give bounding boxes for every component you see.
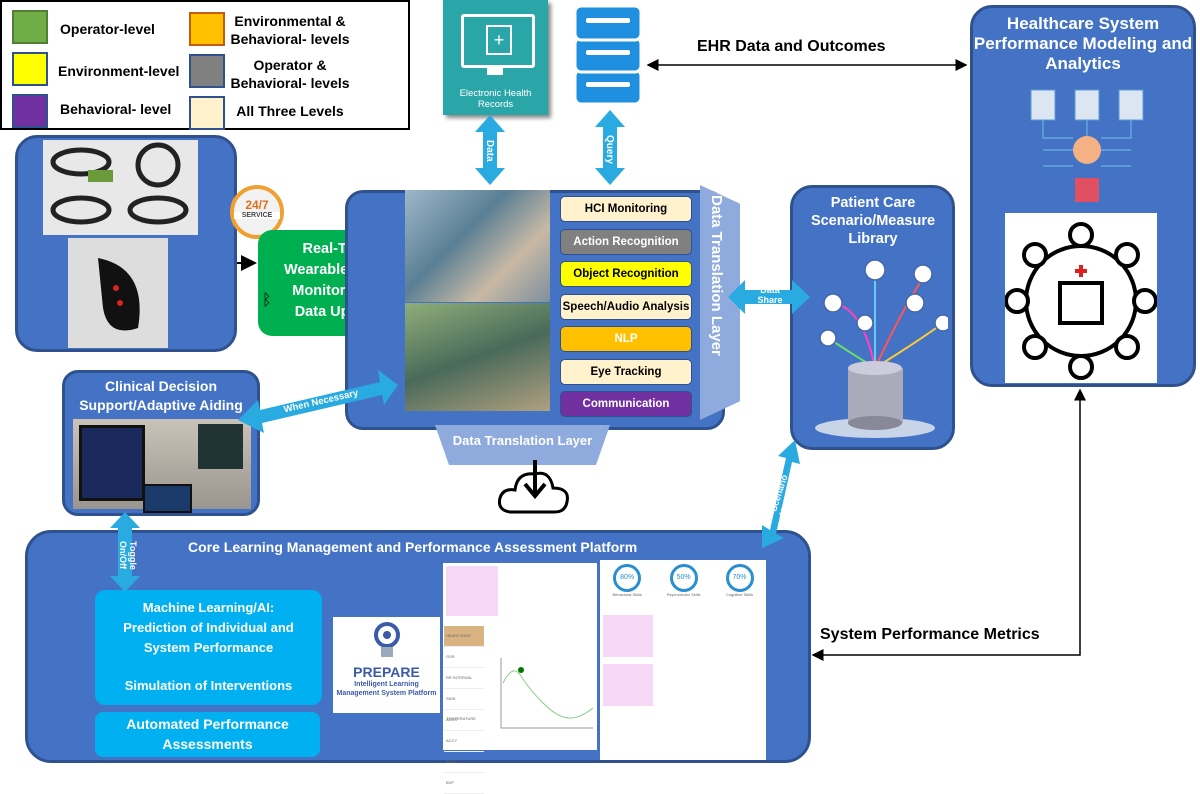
vital-tab[interactable]: GSR: [444, 647, 484, 668]
translation-layer-bottom-label: Data Translation Layer: [452, 433, 593, 448]
database-icon: [573, 4, 643, 106]
system-performance-metrics-label: System Performance Metrics: [820, 626, 1040, 643]
hospital-network-image: [1004, 213, 1158, 383]
module-speech-audio-analysis: Speech/Audio Analysis: [560, 293, 692, 320]
ml-simulation: Simulation of Interventions: [124, 678, 293, 693]
legend-swatch-environment: [12, 52, 48, 86]
patient-care-library: Patient Care Scenario/Measure Library: [790, 185, 955, 450]
clinical-title: Clinical Decision Support/Adaptive Aidin…: [79, 378, 243, 413]
vital-tab[interactable]: RR INTERVAL: [444, 668, 484, 689]
patient-care-title: Patient Care Scenario/Measure Library: [810, 195, 936, 247]
wearable-armband-image: [68, 238, 168, 348]
lightbulb-icon: [373, 622, 400, 657]
wearable-headset-image: [43, 140, 198, 235]
module-nlp: NLP: [560, 326, 692, 352]
prepare-name: PREPARE: [353, 664, 420, 680]
skill-gauge: 70% Cognitive Skills: [725, 564, 754, 597]
legend-label: All Three Levels: [236, 103, 344, 119]
ehr-data-outcomes-label: EHR Data and Outcomes: [697, 38, 886, 55]
vital-tab[interactable]: HEART RATE: [444, 626, 484, 647]
service-label: SERVICE: [234, 212, 280, 219]
platform-title: Core Learning Management and Performance…: [188, 539, 638, 555]
module-object-recognition: Object Recognition: [560, 261, 692, 287]
translation-layer-vertical-label: Data Translation Layer: [708, 195, 725, 356]
vital-tab[interactable]: ACCY: [444, 731, 484, 752]
module-hci-monitoring: HCI Monitoring: [560, 196, 692, 222]
legend-swatch-operator: [12, 10, 48, 44]
gauge-value: 50%: [669, 564, 698, 592]
legend-label: Environmental & Behavioral- levels: [230, 13, 350, 47]
skills-dashboard: 80% Behavioral Skills 50% Psychomotor Skill…: [600, 560, 766, 760]
ai-documents-icon: [1030, 89, 1144, 202]
gauge-label: Cognitive Skills: [725, 592, 754, 597]
module-action-recognition: Action Recognition: [560, 228, 692, 255]
module-eye-tracking: Eye Tracking: [560, 358, 692, 385]
surgery-photo: [405, 303, 550, 411]
vital-tab[interactable]: ACCZ: [444, 752, 484, 773]
translation-layer-bottom: Data Translation Layer: [435, 425, 610, 465]
gauge-value: 70%: [725, 564, 754, 592]
tablet-display-image: [73, 419, 251, 513]
load-scenario-label: Load Scenario Measures: [761, 473, 800, 518]
bluetooth-icon: ᛒ: [262, 292, 272, 309]
wearables-panel: [15, 135, 237, 352]
ehr-icon: + Electronic Health Records: [443, 0, 548, 115]
analytics-panel: Healthcare System Performance Modeling a…: [970, 5, 1196, 387]
gauge-label: Psychomotor Skills: [666, 592, 701, 597]
service-hours: 24/7: [245, 198, 269, 212]
data-library-illustration: [815, 259, 948, 438]
legend-label: Operator-level: [60, 21, 155, 37]
ehr-label: Electronic Health Records: [459, 88, 532, 110]
legend-label: Behavioral- level: [60, 101, 172, 117]
heart-rate-chart: [500, 658, 594, 729]
query-arrow-label: Query: [604, 135, 615, 164]
vital-tab[interactable]: BVP: [444, 773, 484, 794]
prepare-subtitle: Intelligent Learning Management System P…: [336, 681, 437, 697]
ml-title: Machine Learning/AI:: [142, 600, 275, 615]
data-arrow-label: Data: [484, 140, 495, 162]
gauge-value: 80%: [613, 564, 642, 592]
automated-assessments-box: Automated Performance Assessments: [95, 712, 320, 757]
monitor-icon: +: [461, 14, 535, 68]
vitals-dashboard: HEART RATE GSR RR INTERVAL SKIN TEMPERATURE…: [443, 563, 597, 794]
legend-label: Environment-level: [58, 63, 180, 79]
clinicians-photo: [405, 190, 550, 302]
ml-prediction: Prediction of Individual and System Perf…: [123, 620, 294, 655]
skill-gauge: 80% Behavioral Skills: [612, 564, 642, 597]
legend-swatch-env-behav: [189, 12, 225, 46]
legend-swatch-behavioral: [12, 94, 48, 128]
clinical-decision-support: Clinical Decision Support/Adaptive Aidin…: [62, 370, 260, 516]
data-share-label: Data Share: [757, 285, 783, 305]
legend: Operator-level Environment-level Behavio…: [0, 0, 410, 130]
gauge-label: Behavioral Skills: [612, 592, 642, 597]
cloud-download-icon: [498, 460, 569, 514]
toggle-label: Toggle On/Off: [118, 540, 138, 570]
ml-ai-box: Machine Learning/AI: Prediction of Indiv…: [95, 590, 322, 705]
prepare-logo: PREPARE Intelligent Learning Management …: [333, 617, 440, 713]
vital-tab[interactable]: SKIN TEMPERATURE: [444, 689, 484, 721]
legend-swatch-all: [189, 96, 225, 130]
legend-label: Operator & Behavioral- levels: [230, 57, 350, 91]
module-communication: Communication: [560, 391, 692, 417]
legend-swatch-op-behav: [189, 54, 225, 88]
translation-layer-vertical: Data Translation Layer: [700, 185, 740, 420]
analytics-title: Healthcare System Performance Modeling a…: [973, 14, 1193, 73]
skill-gauge: 50% Psychomotor Skills: [667, 564, 701, 597]
